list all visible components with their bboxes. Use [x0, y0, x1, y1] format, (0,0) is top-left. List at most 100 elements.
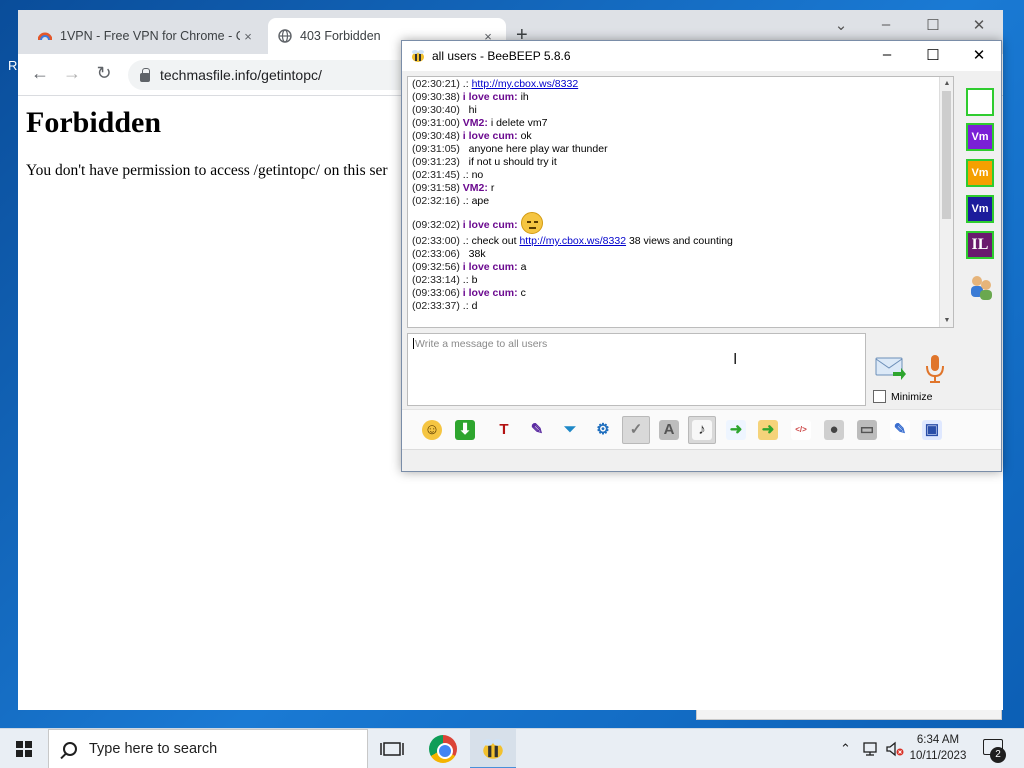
message-text: hi — [468, 104, 477, 116]
minimize-icon[interactable]: – — [864, 46, 910, 63]
maximize-icon[interactable]: ☐ — [918, 16, 948, 34]
close-icon[interactable]: ✕ — [964, 16, 994, 34]
chevron-up-icon[interactable]: ⌃ — [840, 729, 851, 768]
chrome-icon[interactable] — [429, 735, 457, 763]
lock-icon — [140, 67, 150, 82]
chat-message: (02:31:45) .: no — [412, 169, 937, 182]
message-text: i delete vm7 — [490, 117, 548, 129]
message-timestamp: (02:33:14) — [412, 274, 463, 286]
chat-message: (09:32:02) i love cum: — [412, 212, 937, 234]
scroll-up-icon[interactable]: ▲ — [940, 77, 953, 90]
message-text: no — [471, 169, 484, 181]
chat-message: (02:33:06) 38k — [412, 248, 937, 261]
user-button-2[interactable]: Vm — [966, 159, 994, 187]
user-button-1[interactable]: Vm — [966, 123, 994, 151]
maximize-icon[interactable]: ☐ — [910, 46, 956, 64]
message-link[interactable]: http://my.cbox.ws/8332 — [519, 235, 626, 247]
close-icon[interactable]: ✕ — [956, 46, 1002, 64]
taskbar-search[interactable]: Type here to search — [48, 729, 368, 768]
message-sender: i love cum: — [462, 130, 521, 142]
message-sender: i love cum: — [462, 287, 521, 299]
chat-history[interactable]: (02:30:21) .: http://my.cbox.ws/8332 (09:… — [407, 76, 954, 328]
status-bar — [402, 449, 1001, 471]
beebeep-app-icon — [412, 50, 424, 62]
beebeep-icon — [483, 739, 503, 759]
message-input[interactable]: Write a message to all users — [407, 333, 866, 406]
dictionary-icon[interactable]: A — [655, 416, 683, 444]
beebeep-taskbar-button[interactable] — [470, 729, 516, 768]
emoji-icon[interactable]: ☺ — [418, 416, 446, 444]
scroll-thumb[interactable] — [942, 91, 951, 219]
forward-arrow-icon[interactable]: → — [60, 63, 84, 84]
clock[interactable]: 6:34 AM 10/11/2023 — [905, 732, 971, 764]
chat-message: (02:30:21) .: http://my.cbox.ws/8332 — [412, 78, 937, 91]
message-timestamp: (09:30:38) — [412, 91, 463, 103]
search-icon — [63, 742, 77, 756]
chat-message: (02:33:37) .: d — [412, 300, 937, 313]
volume-muted-icon[interactable] — [885, 741, 905, 757]
message-text: if not u should try it — [468, 156, 557, 168]
code-icon[interactable]: </> — [787, 416, 815, 444]
text-caret — [413, 338, 414, 349]
message-link[interactable]: http://my.cbox.ws/8332 — [472, 78, 579, 90]
message-timestamp: (09:30:48) — [412, 130, 463, 142]
message-text: c — [520, 287, 526, 299]
task-view-icon[interactable] — [378, 735, 406, 763]
checkbox-box[interactable] — [873, 390, 886, 403]
message-timestamp: (09:33:06) — [412, 287, 463, 299]
filter-icon[interactable]: ⏷ — [556, 416, 584, 444]
message-timestamp: (02:32:16) — [412, 195, 463, 207]
reload-icon[interactable]: ↻ — [92, 63, 116, 84]
chat-message: (09:31:23) if not u should try it — [412, 156, 937, 169]
user-button-3[interactable]: Vm — [966, 195, 994, 223]
minimize-checkbox[interactable]: Minimize — [873, 390, 932, 403]
user-sidebar: Vm Vm Vm IL — [962, 75, 1000, 409]
send-folder-icon[interactable]: ➜ — [754, 416, 782, 444]
message-text: check out — [471, 235, 520, 247]
message-text: ok — [520, 130, 532, 142]
message-sender: VM2: — [462, 117, 491, 129]
clock-time: 6:34 AM — [916, 734, 960, 746]
chat-message: (09:32:56) i love cum: a — [412, 261, 937, 274]
settings-icon[interactable]: ⚙ — [589, 416, 617, 444]
minimize-label: Minimize — [891, 390, 933, 403]
edit-icon[interactable]: ✎ — [886, 416, 914, 444]
message-text: ape — [471, 195, 490, 207]
save-icon[interactable]: ▣ — [918, 416, 946, 444]
close-icon[interactable]: × — [240, 29, 256, 44]
chat-message: (09:30:38) i love cum: ih — [412, 91, 937, 104]
spellcheck-icon[interactable]: ✓ — [622, 416, 650, 444]
font-icon[interactable]: T — [490, 416, 518, 444]
message-sender: i love cum: — [462, 219, 521, 231]
network-icon[interactable] — [862, 741, 880, 757]
note-icon[interactable]: ♪ — [688, 416, 716, 444]
message-text: 38 views and counting — [626, 235, 733, 247]
start-button[interactable] — [0, 729, 48, 768]
message-text: r — [490, 182, 495, 194]
color-icon[interactable]: ✎ — [523, 416, 551, 444]
message-sender: .: — [462, 235, 472, 247]
download-icon[interactable]: ⬇ — [451, 416, 479, 444]
minimize-icon[interactable]: – — [871, 16, 901, 33]
chevron-down-icon[interactable]: ⌄ — [826, 16, 856, 34]
message-sender: .: — [462, 195, 472, 207]
screenshot-icon[interactable]: ● — [820, 416, 848, 444]
tab-1vpn[interactable]: 1VPN - Free VPN for Chrome - C × — [28, 18, 266, 54]
chat-message: (02:33:14) .: b — [412, 274, 937, 287]
back-arrow-icon[interactable]: ← — [28, 63, 52, 84]
chat-scrollbar[interactable]: ▲ ▼ — [939, 77, 953, 327]
windows-logo-icon — [16, 741, 32, 757]
chat-lines: (02:30:21) .: http://my.cbox.ws/8332 (09:… — [412, 78, 937, 313]
message-text: d — [471, 300, 478, 312]
user-button-0[interactable] — [966, 88, 994, 116]
send-file-icon[interactable]: ➜ — [722, 416, 750, 444]
microphone-icon[interactable] — [924, 354, 946, 384]
message-sender: i love cum: — [462, 261, 521, 273]
scroll-down-icon[interactable]: ▼ — [940, 314, 953, 327]
user-button-4[interactable]: IL — [966, 231, 994, 259]
users-group-icon[interactable] — [967, 273, 995, 301]
send-message-icon[interactable] — [875, 356, 907, 380]
chat-message: (09:30:48) i love cum: ok — [412, 130, 937, 143]
message-timestamp: (09:31:05) — [412, 143, 463, 155]
terminal-icon[interactable]: ▭ — [853, 416, 881, 444]
